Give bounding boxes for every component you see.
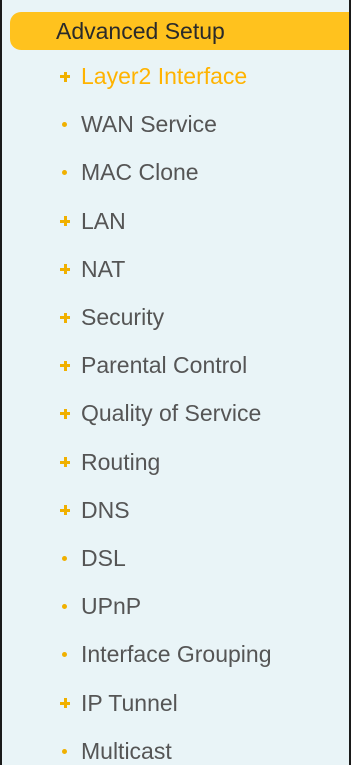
bullet-icon [59, 552, 71, 564]
menu-item-lan[interactable]: LAN [2, 197, 349, 245]
advanced-setup-header[interactable]: Advanced Setup [10, 12, 349, 50]
plus-icon [59, 263, 71, 275]
menu-item-label: DNS [81, 496, 130, 523]
menu-item-label: Layer2 Interface [81, 63, 248, 90]
plus-icon [59, 697, 71, 709]
plus-icon [59, 311, 71, 323]
menu-item-multicast[interactable]: Multicast [2, 727, 349, 765]
plus-icon [59, 359, 71, 371]
advanced-setup-nav-panel: Advanced Setup Layer2 Interface WAN Serv… [0, 0, 351, 765]
menu-item-mac-clone[interactable]: MAC Clone [2, 148, 349, 196]
plus-icon [59, 215, 71, 227]
menu-item-label: LAN [81, 207, 126, 234]
bullet-icon [59, 166, 71, 178]
menu-item-routing[interactable]: Routing [2, 438, 349, 486]
menu-item-label: DSL [81, 544, 126, 571]
bullet-icon [59, 600, 71, 612]
bullet-icon [59, 648, 71, 660]
plus-icon [59, 70, 71, 82]
bullet-icon [59, 745, 71, 757]
plus-icon [59, 407, 71, 419]
menu-item-upnp[interactable]: UPnP [2, 582, 349, 630]
menu-item-label: IP Tunnel [81, 689, 178, 716]
menu-item-label: MAC Clone [81, 159, 199, 186]
menu-item-wan-service[interactable]: WAN Service [2, 100, 349, 148]
menu-item-security[interactable]: Security [2, 293, 349, 341]
menu-item-layer2-interface[interactable]: Layer2 Interface [2, 52, 349, 100]
menu-item-label: Parental Control [81, 352, 248, 379]
plus-icon [59, 456, 71, 468]
menu-item-label: Interface Grouping [81, 641, 272, 668]
menu-item-interface-grouping[interactable]: Interface Grouping [2, 630, 349, 678]
plus-icon [59, 504, 71, 516]
menu-item-label: WAN Service [81, 111, 217, 138]
menu-item-nat[interactable]: NAT [2, 245, 349, 293]
menu-item-label: Routing [81, 448, 161, 475]
menu-item-dsl[interactable]: DSL [2, 534, 349, 582]
menu-item-label: Quality of Service [81, 400, 262, 427]
menu-item-label: NAT [81, 255, 126, 282]
bullet-icon [59, 118, 71, 130]
menu-item-label: UPnP [81, 593, 142, 620]
menu-item-ip-tunnel[interactable]: IP Tunnel [2, 678, 349, 726]
menu-item-dns[interactable]: DNS [2, 486, 349, 534]
menu-item-label: Multicast [81, 737, 172, 764]
menu-item-parental-control[interactable]: Parental Control [2, 341, 349, 389]
menu-item-label: Security [81, 304, 165, 331]
advanced-setup-title: Advanced Setup [56, 18, 225, 44]
menu-item-quality-of-service[interactable]: Quality of Service [2, 389, 349, 437]
advanced-setup-menu: Layer2 Interface WAN Service MAC Clone L… [2, 52, 349, 765]
